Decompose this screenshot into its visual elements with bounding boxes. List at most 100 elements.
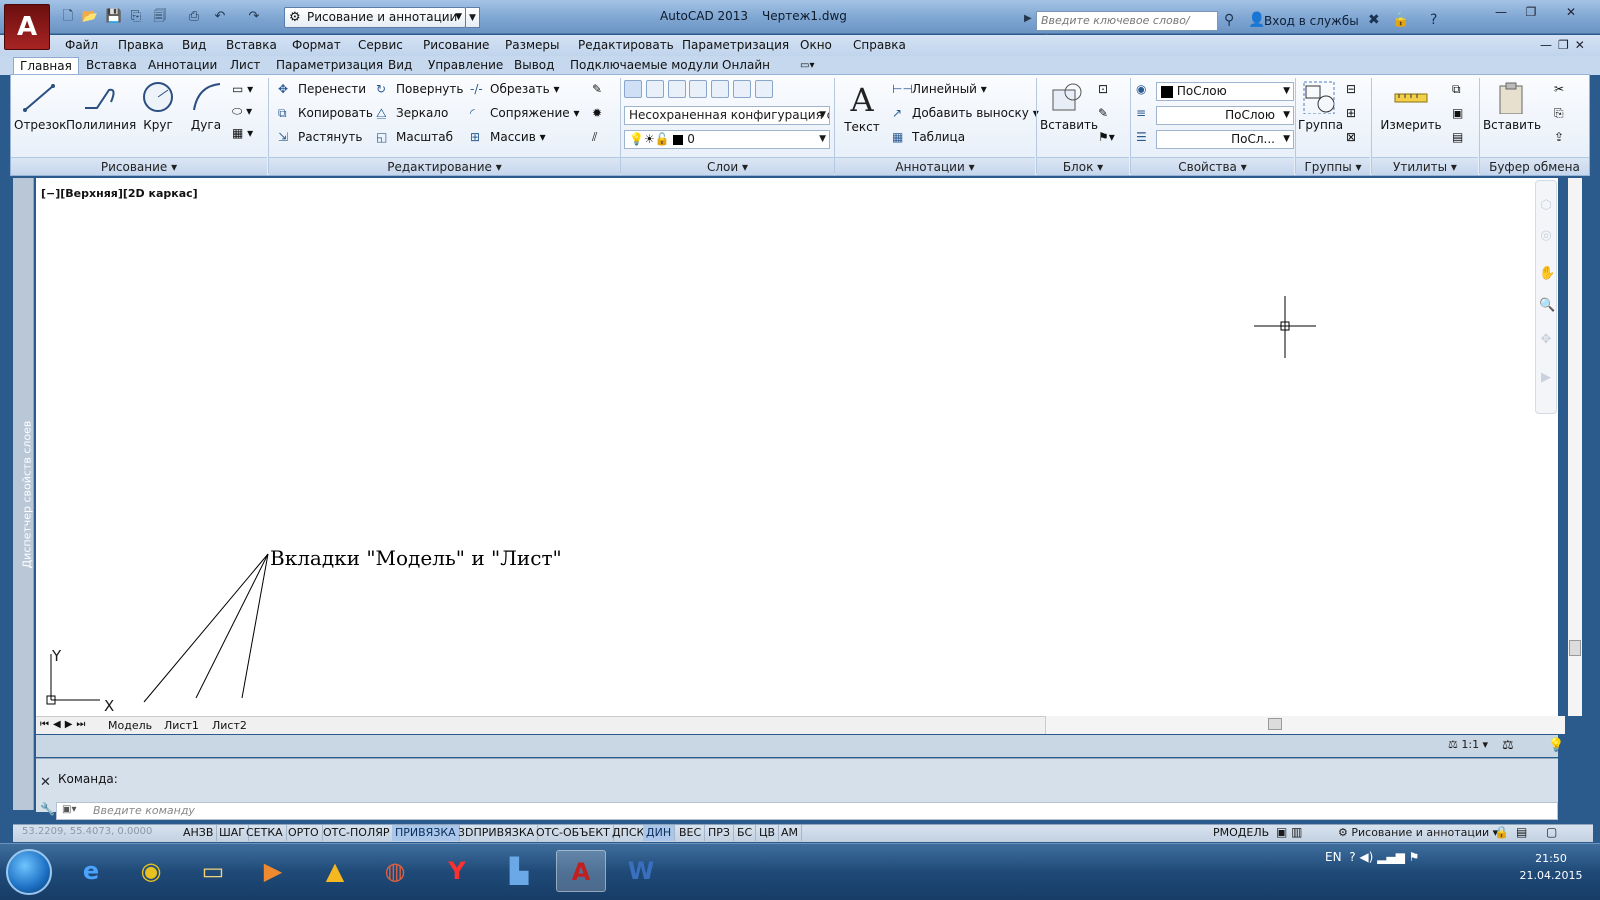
print-icon[interactable]: ⎙ bbox=[184, 8, 204, 26]
document-window-controls[interactable]: —❐✕ bbox=[1540, 38, 1591, 52]
minimize-icon[interactable]: — bbox=[1486, 2, 1516, 22]
toggle-ortho[interactable]: ОРТО bbox=[285, 825, 323, 841]
menu-help[interactable]: Справка bbox=[853, 38, 906, 52]
tab-layout2[interactable]: Лист2 bbox=[212, 719, 247, 732]
layer-combo[interactable]: 💡☀🔓 0 ▼ bbox=[624, 130, 830, 149]
polyline-button[interactable]: Полилиния bbox=[66, 80, 136, 132]
copy-button[interactable]: ⧉ Копировать bbox=[278, 106, 373, 130]
word-icon[interactable]: W bbox=[616, 850, 666, 892]
annotation-panel-title[interactable]: Аннотации ▾ bbox=[835, 157, 1035, 175]
chrome-icon[interactable]: ◉ bbox=[126, 850, 176, 892]
scale-button[interactable]: ◱ Масштаб bbox=[376, 130, 463, 154]
zoom-icon[interactable]: 🔍 bbox=[1539, 299, 1555, 313]
toggle-sc[interactable]: ЦВ bbox=[756, 825, 780, 841]
binoculars-icon[interactable]: ⚲ bbox=[1224, 12, 1234, 28]
steering-wheel-icon[interactable]: ◎ bbox=[1539, 229, 1553, 243]
array-button[interactable]: ⊞ Массив ▾ bbox=[470, 130, 579, 154]
command-prompt-icon[interactable]: ▣▾ bbox=[62, 804, 76, 815]
tab-online[interactable]: Онлайн bbox=[716, 57, 776, 75]
edit-block-icon[interactable]: ✎ bbox=[1098, 106, 1118, 130]
create-block-icon[interactable]: ⊡ bbox=[1098, 82, 1118, 106]
ribbon-minimize-icon[interactable]: ▭▾ bbox=[794, 57, 820, 75]
properties-panel-title[interactable]: Свойства ▾ bbox=[1131, 157, 1294, 175]
menu-edit[interactable]: Правка bbox=[118, 38, 164, 52]
hscroll-thumb[interactable] bbox=[1268, 718, 1282, 730]
model-space-toggle[interactable]: РМОДЕЛЬ bbox=[1210, 825, 1272, 841]
quick-select-icon[interactable]: ⧉ bbox=[1452, 82, 1472, 106]
save-as-icon[interactable]: ⎘ bbox=[126, 8, 146, 26]
attribute-icon[interactable]: ⚑▾ bbox=[1098, 130, 1118, 154]
linear-dimension-button[interactable]: ⊢⊣Линейный ▾ bbox=[892, 82, 1039, 106]
group-select-icon[interactable]: ⊠ bbox=[1346, 130, 1366, 154]
close-icon[interactable]: ✕ bbox=[40, 775, 51, 790]
plot-preview-icon[interactable]: 🗐 bbox=[150, 8, 170, 26]
menu-parametric[interactable]: Параметризация bbox=[682, 38, 789, 52]
workspace-dropdown[interactable]: ⚙ Рисование и аннотации ▼ bbox=[284, 7, 466, 28]
color-combo[interactable]: ПоСлою ▼ bbox=[1156, 82, 1294, 101]
hardware-acceleration-icon[interactable]: ▤ bbox=[1516, 825, 1527, 839]
explode-icon[interactable]: ✹ bbox=[592, 106, 612, 130]
tab-view[interactable]: Вид bbox=[382, 57, 418, 75]
move-button[interactable]: ✥ Перенести bbox=[278, 82, 373, 106]
browser-icon[interactable]: ◍ bbox=[370, 850, 420, 892]
yandex-icon[interactable]: Y bbox=[432, 850, 482, 892]
tab-output[interactable]: Вывод bbox=[508, 57, 560, 75]
toggle-lweight[interactable]: ВЕС bbox=[676, 825, 706, 841]
layout-icon[interactable]: ▣ ▥ bbox=[1276, 825, 1303, 839]
layer-off-icon[interactable] bbox=[667, 80, 686, 98]
toggle-am[interactable]: АМ bbox=[778, 825, 803, 841]
layer-match-icon[interactable] bbox=[754, 80, 773, 98]
menu-modify[interactable]: Редактировать bbox=[578, 38, 674, 52]
group-button[interactable]: Группа bbox=[1298, 80, 1343, 132]
modify-panel-title[interactable]: Редактирование ▾ bbox=[269, 157, 620, 175]
menu-view[interactable]: Вид bbox=[182, 38, 206, 52]
layer-properties-palette[interactable]: Диспетчер свойств слоев bbox=[13, 178, 34, 810]
block-panel-title[interactable]: Блок ▾ bbox=[1037, 157, 1129, 175]
copy-clip-icon[interactable]: ⎘ bbox=[1554, 106, 1574, 130]
toggle-transparency[interactable]: ПРЗ bbox=[705, 825, 734, 841]
layer-isolate-icon[interactable] bbox=[689, 80, 708, 98]
trim-button[interactable]: -/- Обрезать ▾ bbox=[470, 82, 579, 106]
open-file-icon[interactable]: 📂 bbox=[80, 8, 100, 26]
scroll-thumb[interactable] bbox=[1569, 640, 1581, 656]
stay-connected-icon[interactable]: 🔒 bbox=[1392, 12, 1409, 28]
toggle-qp[interactable]: БС bbox=[734, 825, 757, 841]
clock[interactable]: 21:50 21.04.2015 bbox=[1516, 850, 1586, 884]
maximize-icon[interactable]: ❐ bbox=[1516, 2, 1546, 22]
toggle-infer[interactable]: АНЗВ bbox=[180, 825, 218, 841]
line-button[interactable]: Отрезок bbox=[14, 80, 66, 132]
start-button[interactable] bbox=[6, 849, 52, 895]
lock-icon[interactable]: 🔒 bbox=[1494, 825, 1509, 839]
layer-lock-icon[interactable] bbox=[733, 80, 752, 98]
linetype-combo[interactable]: ПоСл... ▼ bbox=[1156, 130, 1294, 149]
lightbulb-isolate-icon[interactable]: 💡 bbox=[1548, 738, 1564, 753]
groups-panel-title[interactable]: Группы ▾ bbox=[1296, 157, 1370, 175]
table-button[interactable]: ▦ Таблица bbox=[892, 130, 1039, 154]
toggle-dyn[interactable]: ДИН bbox=[643, 825, 676, 841]
coordinates-readout[interactable]: 53.2209, 55.4073, 0.0000 bbox=[22, 826, 152, 837]
clean-screen-icon[interactable]: ▢ bbox=[1546, 825, 1557, 839]
clipboard-panel-title[interactable]: Буфер обмена bbox=[1480, 157, 1589, 175]
menu-draw[interactable]: Рисование bbox=[423, 38, 489, 52]
flag-icon[interactable]: ⚑ bbox=[1409, 850, 1420, 864]
menu-tools[interactable]: Сервис bbox=[358, 38, 403, 52]
layer-state-icon[interactable] bbox=[645, 80, 664, 98]
calculator-icon[interactable]: ▤ bbox=[1452, 130, 1472, 154]
signin-button[interactable]: Вход в службы bbox=[1264, 14, 1359, 28]
lineweight-combo[interactable]: ПоСлою ▼ bbox=[1156, 106, 1294, 125]
tab-layout[interactable]: Лист bbox=[224, 57, 266, 75]
help-tray-icon[interactable]: ? bbox=[1349, 850, 1355, 864]
language-indicator[interactable]: EN bbox=[1325, 850, 1342, 864]
aimp-icon[interactable]: ▲ bbox=[310, 850, 360, 892]
rotate-button[interactable]: ↻ Повернуть bbox=[376, 82, 463, 106]
fillet-button[interactable]: ◜ Сопряжение ▾ bbox=[470, 106, 579, 130]
menu-format[interactable]: Формат bbox=[292, 38, 341, 52]
expand-search-icon[interactable]: ▶ bbox=[1024, 13, 1032, 24]
new-file-icon[interactable]: 🗋 bbox=[58, 8, 78, 26]
media-player-icon[interactable]: ▶ bbox=[248, 850, 298, 892]
mirror-button[interactable]: ⧋ Зеркало bbox=[376, 106, 463, 130]
ie-icon[interactable]: e bbox=[66, 850, 116, 892]
menu-file[interactable]: Файл bbox=[65, 38, 98, 52]
tab-insert[interactable]: Вставка bbox=[80, 57, 143, 75]
select-all-icon[interactable]: ▣ bbox=[1452, 106, 1472, 130]
